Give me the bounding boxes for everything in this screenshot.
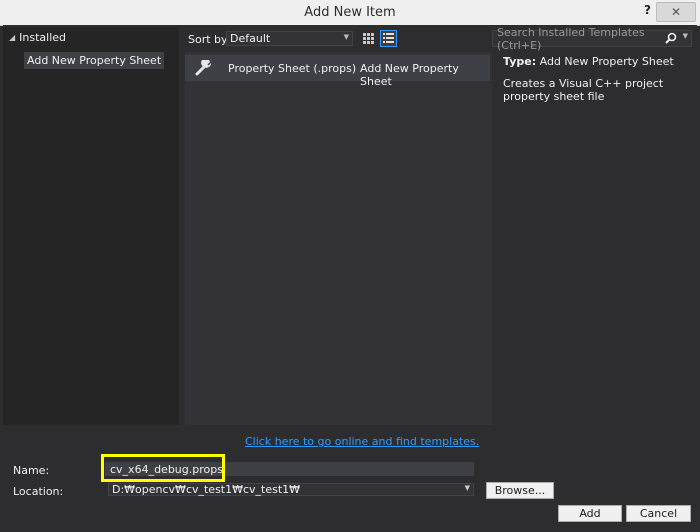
chevron-down-icon: ▼ xyxy=(343,33,349,41)
browse-button[interactable]: Browse... xyxy=(486,482,554,499)
type-value: Add New Property Sheet xyxy=(539,55,674,68)
template-detail-pane: Type: Add New Property Sheet Creates a V… xyxy=(497,55,687,103)
add-button[interactable]: Add xyxy=(558,505,622,522)
tree-node-installed[interactable]: ◢ Installed xyxy=(9,31,66,44)
window-title: Add New Item xyxy=(304,5,396,20)
close-icon: ✕ xyxy=(670,5,682,19)
template-type-line: Type: Add New Property Sheet xyxy=(503,55,687,68)
search-templates-input[interactable]: Search Installed Templates (Ctrl+E) ▼ xyxy=(492,26,692,52)
wrench-icon xyxy=(195,60,212,76)
location-label: Location: xyxy=(13,485,64,498)
template-name: Property Sheet (.props) xyxy=(228,62,357,75)
location-select[interactable]: D:₩opencv₩cv_test1₩cv_test1₩ ▼ xyxy=(108,483,474,496)
sort-by-value: Default xyxy=(230,32,271,45)
template-tree-pane: ◢ Installed Add New Property Sheet xyxy=(3,27,179,425)
name-label: Name: xyxy=(13,464,50,477)
list-view-icon xyxy=(383,33,394,43)
online-templates-link[interactable]: Click here to go online and find templat… xyxy=(245,435,479,448)
sort-by-label: Sort by: xyxy=(188,33,231,46)
grid-view-icon xyxy=(363,33,374,44)
cancel-button[interactable]: Cancel xyxy=(626,505,691,522)
grid-view-button[interactable] xyxy=(360,30,377,47)
template-list xyxy=(185,52,492,425)
location-value: D:₩opencv₩cv_test1₩cv_test1₩ xyxy=(112,483,301,496)
name-input[interactable]: cv_x64_debug.props xyxy=(105,462,474,476)
expand-arrow-icon[interactable]: ◢ xyxy=(9,33,15,42)
template-description: Add New Property Sheet xyxy=(360,62,459,88)
sort-by-select[interactable]: Default ▼ xyxy=(226,31,353,46)
search-icon[interactable] xyxy=(665,32,677,44)
search-placeholder: Search Installed Templates (Ctrl+E) xyxy=(497,25,645,52)
chevron-down-icon[interactable]: ▼ xyxy=(683,32,688,40)
close-button[interactable]: ✕ xyxy=(656,2,696,22)
tree-node-label: Installed xyxy=(19,31,67,44)
name-value: cv_x64_debug.props xyxy=(110,462,223,476)
tree-node-add-new-property-sheet[interactable]: Add New Property Sheet xyxy=(24,52,165,69)
chevron-down-icon: ▼ xyxy=(464,484,470,492)
template-detail-description: Creates a Visual C++ project property sh… xyxy=(503,77,664,103)
list-view-button[interactable] xyxy=(380,30,397,47)
type-key: Type: xyxy=(503,55,537,68)
template-item-property-sheet[interactable]: Property Sheet (.props) Add New Property… xyxy=(185,55,490,88)
help-button[interactable]: ? xyxy=(644,3,651,17)
title-bar: Add New Item ? ✕ xyxy=(0,0,700,26)
